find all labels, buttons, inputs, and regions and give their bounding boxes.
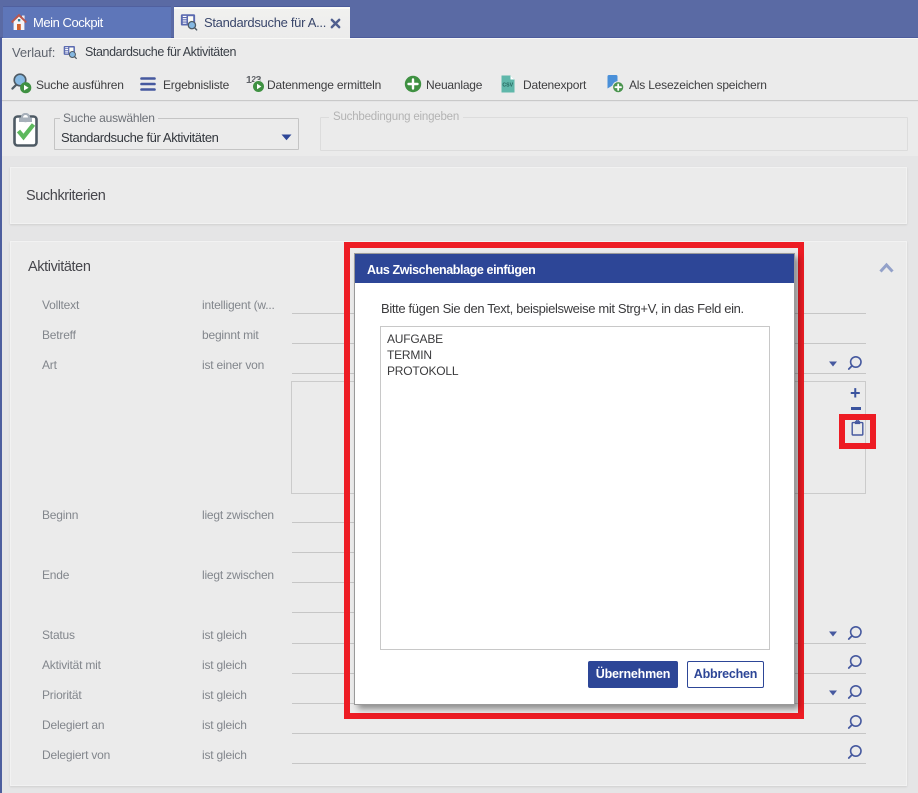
svg-text:CSV: CSV: [502, 83, 513, 89]
